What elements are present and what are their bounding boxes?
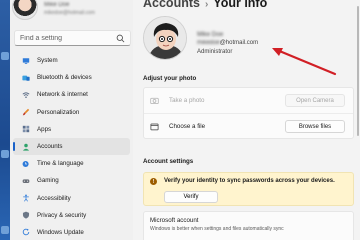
sidebar-nav: System Bluetooth & devices Network & int… bbox=[10, 52, 133, 240]
account-name: Mike Doe bbox=[197, 31, 224, 38]
globe-clock-icon bbox=[22, 160, 29, 167]
wifi-icon bbox=[22, 92, 30, 98]
account-settings-heading: Account settings bbox=[143, 158, 194, 165]
account-role: Administrator bbox=[197, 49, 233, 55]
taskbar-icon[interactable] bbox=[1, 226, 9, 234]
choose-file-label: Choose a file bbox=[169, 122, 206, 130]
sidebar-item-label: Apps bbox=[37, 125, 52, 133]
sidebar-item-label: Gaming bbox=[37, 177, 59, 185]
adjust-photo-heading: Adjust your photo bbox=[143, 75, 197, 82]
sidebar-item-apps[interactable]: Apps bbox=[13, 121, 130, 138]
sidebar-item-label: Personalization bbox=[37, 108, 80, 116]
profile-name: Mike Doe bbox=[44, 2, 70, 8]
verify-button[interactable]: Verify bbox=[164, 191, 218, 203]
sidebar-item-label: Network & internet bbox=[37, 91, 88, 99]
profile-email: mikedoe@hotmail.com bbox=[44, 10, 95, 16]
taskbar-icon[interactable] bbox=[1, 150, 9, 158]
apps-icon bbox=[22, 126, 30, 133]
person-icon bbox=[22, 143, 30, 151]
monitor-icon bbox=[22, 57, 30, 64]
page-title: Accounts › Your info bbox=[143, 0, 267, 10]
take-photo-row: Take a photo Open Camera bbox=[144, 88, 353, 113]
browse-files-button[interactable]: Browse files bbox=[285, 120, 345, 133]
verify-identity-text: Verify your identity to sync passwords a… bbox=[164, 178, 335, 184]
sidebar: Mike Doe mikedoe@hotmail.com System Blue… bbox=[10, 0, 133, 240]
search-box bbox=[14, 30, 131, 46]
breadcrumb[interactable]: Accounts bbox=[143, 0, 200, 10]
sidebar-item-privacy-security[interactable]: Privacy & security bbox=[13, 207, 130, 224]
sidebar-item-label: Windows Update bbox=[37, 228, 84, 236]
search-icon[interactable] bbox=[116, 34, 125, 43]
taskbar-icon[interactable] bbox=[1, 52, 9, 60]
sidebar-item-bluetooth[interactable]: Bluetooth & devices bbox=[13, 69, 130, 86]
sidebar-item-system[interactable]: System bbox=[13, 52, 130, 69]
account-email-user: mikedoe bbox=[197, 40, 220, 46]
warning-icon: ! bbox=[150, 178, 157, 185]
sidebar-item-label: Accessibility bbox=[37, 194, 71, 202]
sidebar-item-personalization[interactable]: Personalization bbox=[13, 104, 130, 121]
open-camera-button[interactable]: Open Camera bbox=[285, 94, 345, 107]
scrollbar-thumb[interactable] bbox=[357, 6, 359, 136]
sidebar-item-network[interactable]: Network & internet bbox=[13, 86, 130, 103]
sidebar-item-accounts[interactable]: Accounts bbox=[13, 137, 130, 156]
sidebar-item-gaming[interactable]: Gaming bbox=[13, 172, 130, 189]
take-photo-label: Take a photo bbox=[169, 97, 205, 104]
account-email-domain: @hotmail.com bbox=[219, 40, 259, 46]
microsoft-account-title: Microsoft account bbox=[150, 217, 199, 224]
avatar-picture bbox=[144, 17, 186, 59]
sidebar-profile[interactable]: Mike Doe mikedoe@hotmail.com bbox=[12, 0, 132, 20]
camera-icon bbox=[150, 97, 159, 105]
search-input[interactable] bbox=[20, 34, 115, 43]
scrollbar[interactable] bbox=[356, 0, 360, 240]
taskbar-strip bbox=[0, 0, 10, 240]
page-title-text: Your info bbox=[213, 0, 268, 10]
brush-icon bbox=[22, 108, 30, 116]
accessibility-icon bbox=[23, 194, 29, 202]
folder-icon bbox=[150, 123, 159, 130]
shield-icon bbox=[22, 211, 30, 219]
sidebar-item-label: System bbox=[37, 57, 58, 65]
microsoft-account-description: Windows is better when settings and file… bbox=[150, 226, 284, 232]
verify-identity-banner: ! Verify your identity to sync passwords… bbox=[143, 172, 354, 206]
sidebar-item-windows-update[interactable]: Windows Update bbox=[13, 224, 130, 240]
gamepad-icon bbox=[22, 179, 30, 183]
breadcrumb-separator: › bbox=[204, 0, 209, 10]
bluetooth-icon bbox=[22, 75, 30, 81]
sidebar-item-label: Accounts bbox=[37, 143, 63, 151]
choose-file-row: Choose a file Browse files bbox=[144, 113, 353, 138]
microsoft-account-card[interactable]: Microsoft account Windows is better when… bbox=[143, 211, 354, 240]
sidebar-item-label: Time & language bbox=[37, 160, 84, 168]
sidebar-item-accessibility[interactable]: Accessibility bbox=[13, 190, 130, 207]
sidebar-item-label: Bluetooth & devices bbox=[37, 74, 92, 82]
annotation-arrow bbox=[272, 48, 337, 76]
main-content: Accounts › Your info Mike Doe mikedoe@hotm… bbox=[133, 0, 360, 240]
account-email: mikedoe@hotmail.com bbox=[197, 40, 258, 46]
account-avatar bbox=[143, 16, 187, 60]
sidebar-item-label: Privacy & security bbox=[37, 211, 87, 219]
adjust-photo-card: Take a photo Open Camera Choose a file B… bbox=[143, 87, 354, 139]
sidebar-item-time-language[interactable]: Time & language bbox=[13, 155, 130, 172]
avatar bbox=[12, 0, 38, 20]
update-icon bbox=[22, 229, 30, 236]
